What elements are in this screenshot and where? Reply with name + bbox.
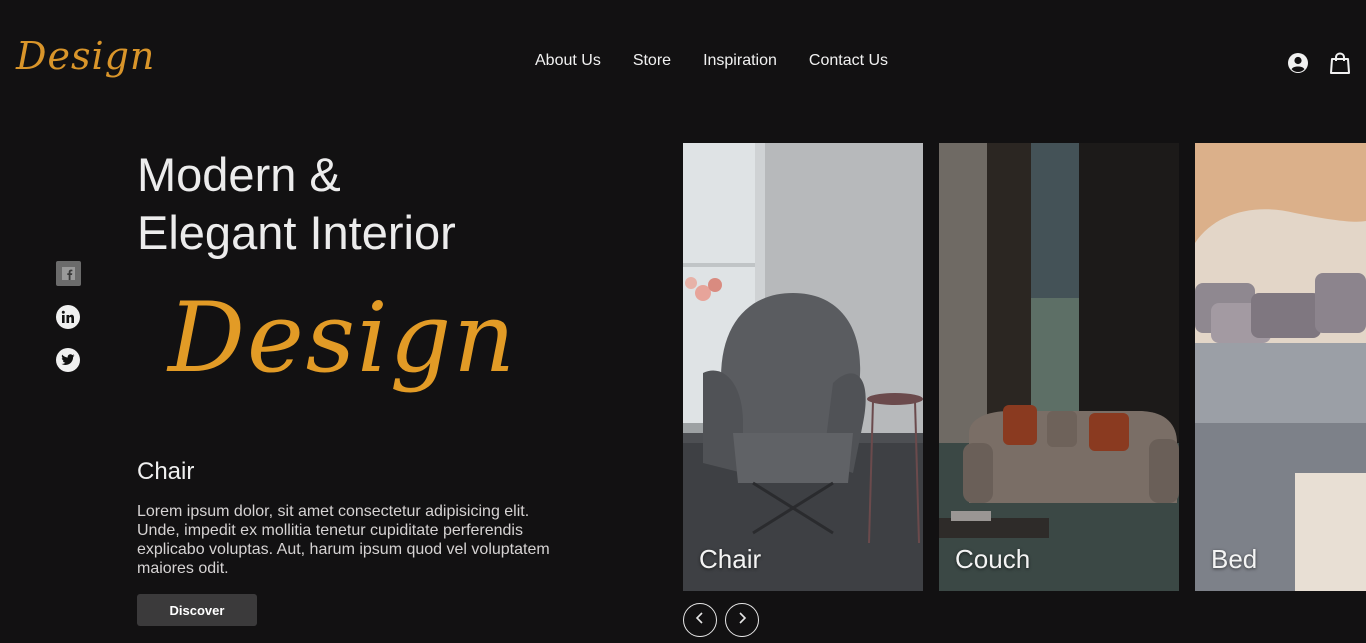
account-icon[interactable] bbox=[1287, 52, 1309, 74]
shopping-bag-icon[interactable] bbox=[1329, 52, 1351, 74]
nav-about-us[interactable]: About Us bbox=[535, 52, 601, 70]
chair-image bbox=[683, 143, 923, 591]
card-label-couch: Couch bbox=[955, 544, 1031, 574]
page: Design About Us Store Inspiration Contac… bbox=[0, 0, 1366, 643]
card-label-chair: Chair bbox=[699, 544, 762, 574]
hero-title-line2: Elegant Interior bbox=[137, 206, 456, 259]
hero-title-line1: Modern & bbox=[137, 148, 341, 201]
nav-contact-us[interactable]: Contact Us bbox=[809, 52, 888, 70]
bed-image bbox=[1195, 143, 1366, 591]
twitter-icon[interactable] bbox=[56, 348, 80, 372]
carousel-card-chair[interactable]: Chair bbox=[683, 143, 923, 591]
carousel-card-couch[interactable]: Couch bbox=[939, 143, 1179, 591]
header-icons bbox=[1287, 52, 1351, 74]
hero-script-text: Design bbox=[168, 282, 518, 394]
carousel-prev-button[interactable] bbox=[683, 603, 717, 637]
carousel-next-button[interactable] bbox=[725, 603, 759, 637]
linkedin-icon[interactable] bbox=[56, 305, 80, 329]
main-nav: About Us Store Inspiration Contact Us bbox=[535, 52, 888, 70]
carousel-card-bed[interactable]: Bed bbox=[1195, 143, 1366, 591]
nav-store[interactable]: Store bbox=[633, 52, 671, 70]
chevron-left-icon bbox=[695, 611, 705, 629]
couch-image bbox=[939, 143, 1179, 591]
facebook-icon[interactable] bbox=[56, 261, 81, 286]
product-name: Chair bbox=[137, 458, 195, 485]
card-label-bed: Bed bbox=[1211, 544, 1258, 574]
product-description: Lorem ipsum dolor, sit amet consectetur … bbox=[137, 503, 550, 577]
chevron-right-icon bbox=[737, 611, 747, 629]
nav-inspiration[interactable]: Inspiration bbox=[703, 52, 777, 70]
discover-button[interactable]: Discover bbox=[137, 594, 257, 626]
social-links bbox=[56, 261, 81, 372]
logo[interactable]: Design bbox=[16, 34, 155, 78]
hero-title: Modern & Elegant Interior bbox=[137, 146, 456, 262]
